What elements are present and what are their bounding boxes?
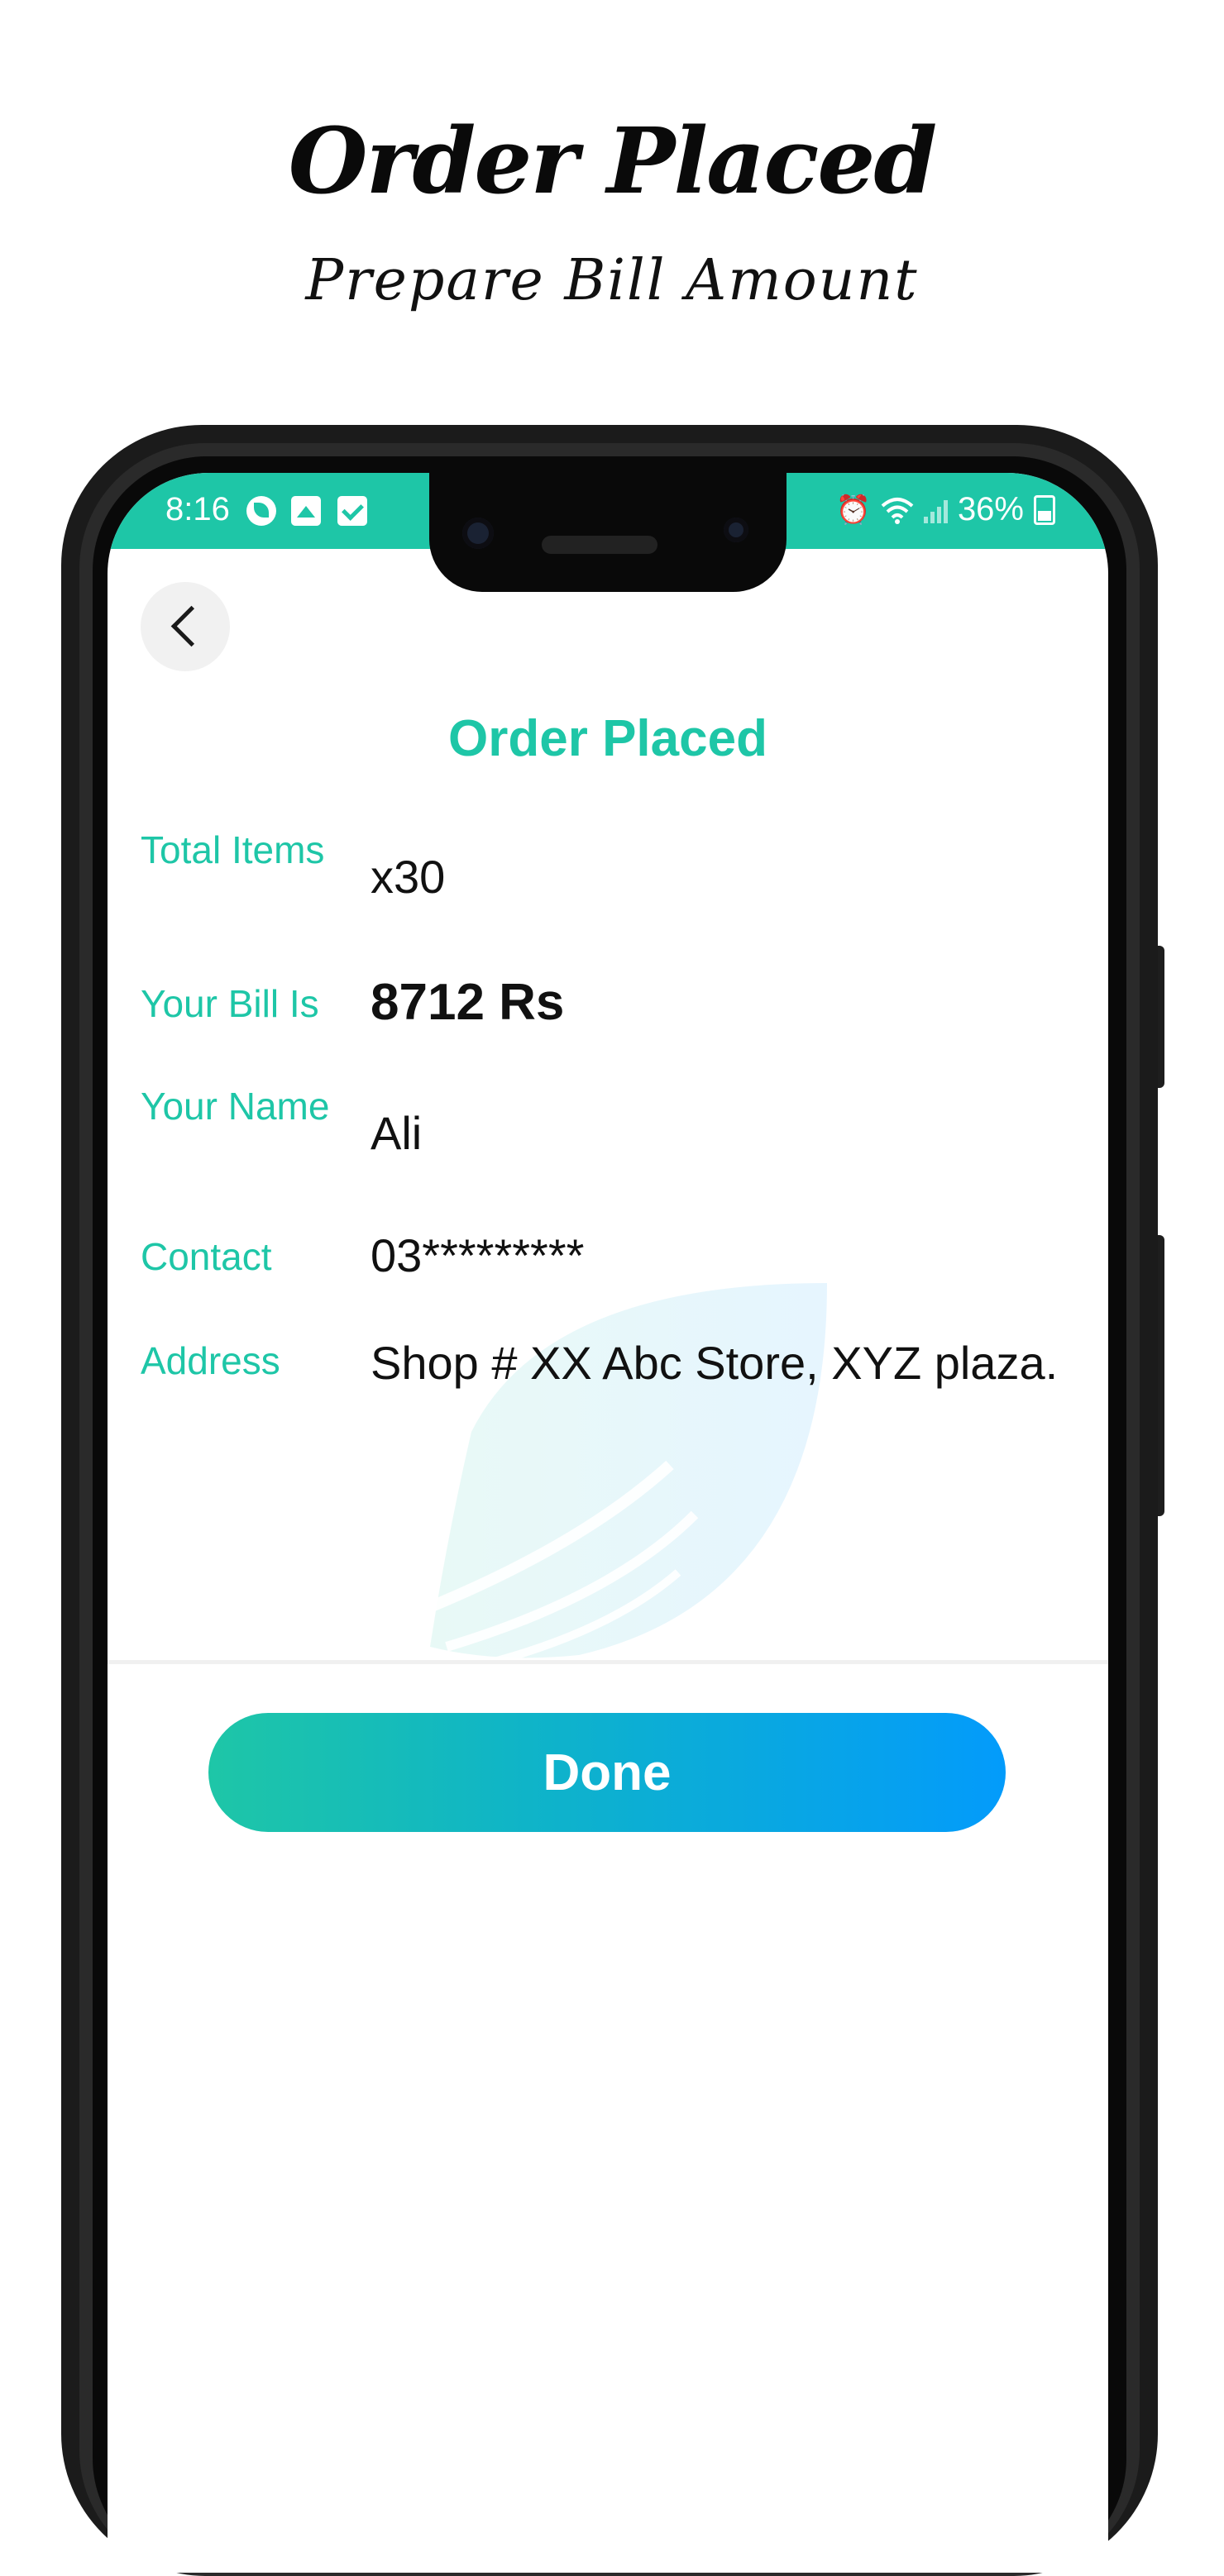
battery-icon	[1034, 494, 1055, 525]
address-label: Address	[141, 1339, 280, 1382]
contact-label: Contact	[141, 1235, 272, 1278]
signal-icon	[923, 497, 948, 523]
total-items-label: Total Items	[141, 828, 325, 871]
name-value: Ali	[371, 1107, 423, 1159]
bill-label: Your Bill Is	[141, 982, 319, 1025]
status-right-group: ⏰ 36%	[836, 491, 1055, 528]
chevron-left-icon	[170, 605, 213, 647]
back-button[interactable]	[141, 582, 230, 671]
front-camera-right	[724, 518, 748, 542]
bill-value: 8712 Rs	[371, 974, 565, 1031]
battery-percent: 36%	[957, 491, 1024, 527]
contact-value: 03*********	[371, 1229, 585, 1281]
front-camera-left	[462, 518, 494, 549]
leaf-app-icon	[246, 496, 276, 526]
app-screen: 8:16 ⏰ 36% Order Placed Total Items x30 …	[108, 473, 1108, 2573]
task-check-icon	[337, 496, 367, 526]
total-items-value: x30	[371, 851, 446, 903]
promo-title: Order Placed	[288, 107, 938, 214]
done-button[interactable]: Done	[208, 1713, 1006, 1832]
status-time: 8:16	[165, 491, 230, 527]
alarm-icon: ⏰	[835, 494, 871, 526]
name-label: Your Name	[141, 1085, 330, 1128]
gallery-icon	[291, 496, 321, 526]
screen-title: Order Placed	[448, 710, 767, 767]
promo-subtitle: Prepare Bill Amount	[305, 248, 919, 313]
wifi-icon	[881, 497, 914, 524]
section-divider	[108, 1660, 1108, 1664]
leaf-watermark-icon	[411, 1283, 827, 1667]
earpiece-speaker	[542, 536, 657, 554]
address-value: Shop # XX Abc Store, XYZ plaza.	[371, 1337, 1059, 1389]
camera-notch	[429, 473, 787, 592]
